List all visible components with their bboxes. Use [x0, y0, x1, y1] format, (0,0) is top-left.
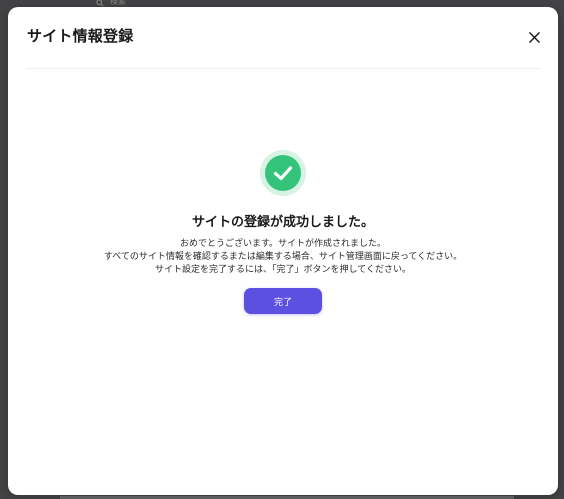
done-button[interactable]: 完了 — [244, 288, 322, 314]
modal-title: サイト情報登録 — [27, 27, 134, 45]
success-message: おめでとうございます。サイトが作成されました。 すべてのサイト情報を確認するまた… — [8, 238, 558, 277]
close-button[interactable] — [526, 29, 542, 45]
search-icon — [96, 0, 104, 7]
check-circle-icon — [260, 150, 306, 196]
success-message-line: おめでとうございます。サイトが作成されました。 — [179, 239, 387, 249]
success-message-line: すべてのサイト情報を確認するまたは編集する場合、サイト管理画面に戻ってください。 — [103, 252, 463, 262]
success-message-line: サイト設定を完了するには、「完了」ボタンを押してください。 — [155, 265, 411, 275]
site-registration-modal: サイト情報登録 サイトの登録が成功しました。 おめでとうございます。サイトが作成… — [8, 7, 558, 495]
success-title: サイトの登録が成功しました。 — [191, 215, 374, 230]
background-search: 検索 — [96, 0, 126, 7]
background-search-label: 検索 — [110, 0, 126, 6]
close-icon — [528, 31, 540, 43]
